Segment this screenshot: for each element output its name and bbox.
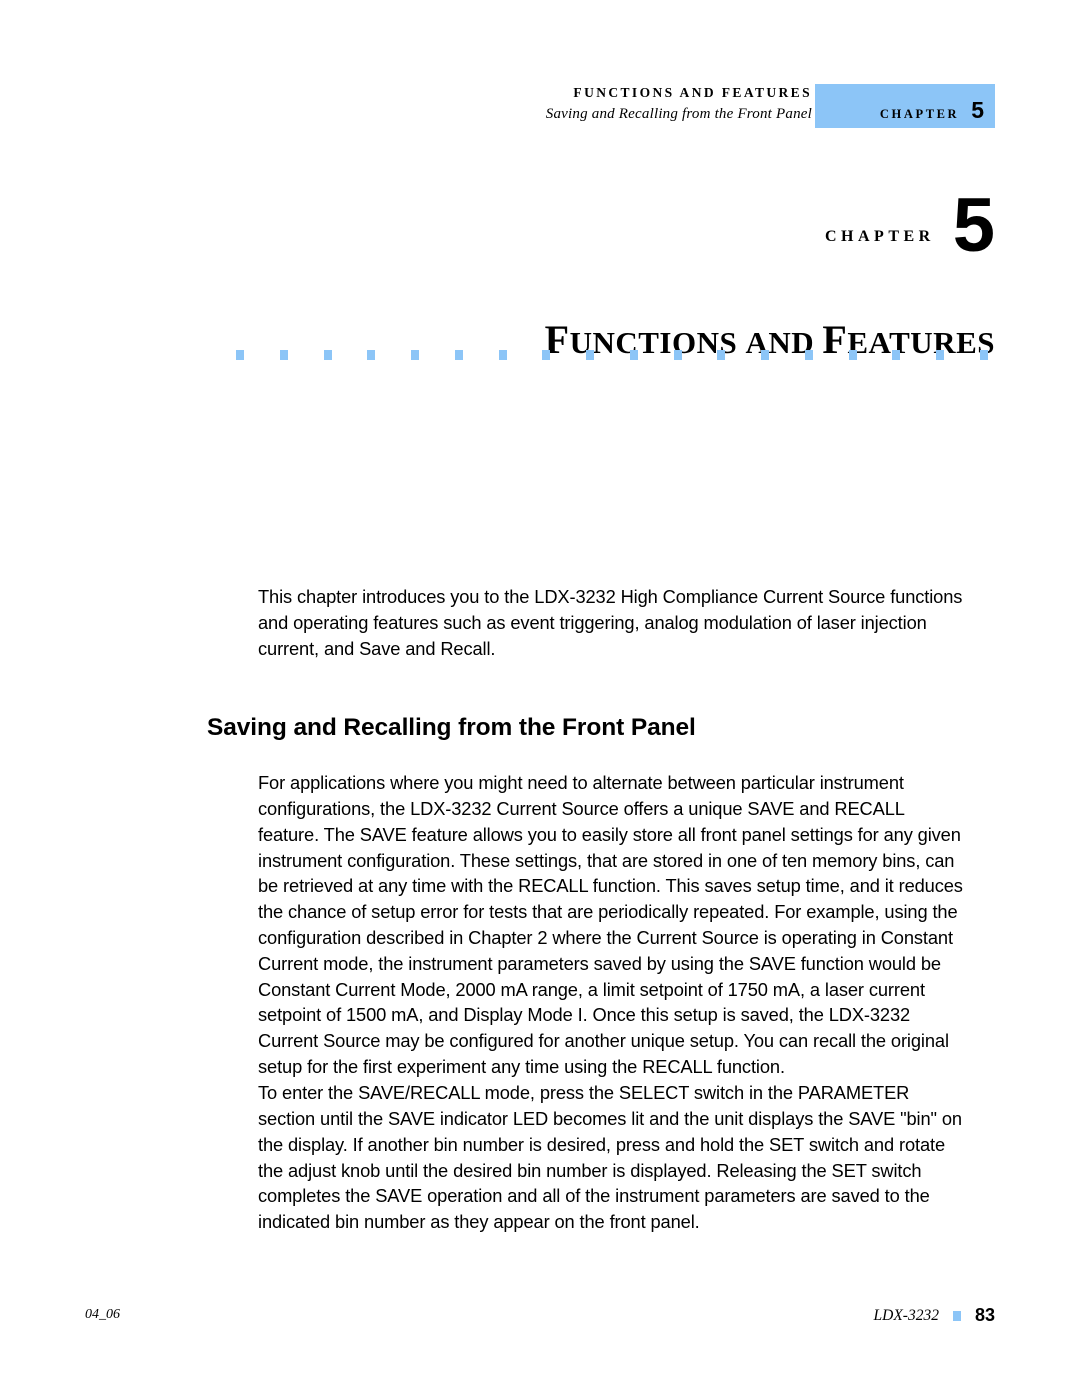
rule-square [498,350,507,360]
header-chapter-title: FUNCTIONS AND FEATURES [573,85,812,100]
rule-square [542,350,551,360]
rule-square [848,350,857,360]
header-chapter-chip-label: CHAPTER [879,107,960,121]
header-chapter-chip-number: 5 [971,97,984,123]
chapter-kicker-number: 5 [952,183,995,268]
header-text-block: FUNCTIONS AND FEATURES Saving and Recall… [546,86,812,122]
rule-square [411,350,419,360]
rule-square [279,350,288,360]
rule-square [236,350,244,360]
footer-square-icon [952,1310,961,1321]
chapter-kicker-label: CHAPTER [824,228,935,246]
footer-revision: 04_06 [85,1307,120,1322]
footer-page-number: 83 [974,1305,995,1325]
rule-square [367,350,376,360]
body-paragraph-2: To enter the SAVE/RECALL mode, press the… [258,1082,962,1233]
decorative-square-rule [236,350,988,360]
rule-square [673,350,682,360]
section-heading: Saving and Recalling from the Front Pane… [207,714,696,742]
chapter-kicker: CHAPTER 5 [824,183,995,268]
rule-square [936,350,944,360]
running-header: FUNCTIONS AND FEATURES Saving and Recall… [0,84,1080,134]
rule-square [979,350,988,360]
rule-square [586,350,594,360]
rule-square [323,350,332,360]
footer-right-group: LDX-3232 83 [874,1305,995,1326]
header-chapter-chip: CHAPTER 5 [815,84,995,128]
header-section-subtitle: Saving and Recalling from the Front Pane… [545,105,812,122]
body-paragraph-1: For applications where you might need to… [258,772,963,1078]
intro-paragraph: This chapter introduces you to the LDX-3… [258,586,963,659]
rule-square [804,350,813,360]
document-page: FUNCTIONS AND FEATURES Saving and Recall… [0,0,1080,1397]
rule-square [717,350,726,360]
rule-square [629,350,638,360]
rule-square [454,350,463,360]
rule-square [761,350,769,360]
page-footer: 04_06 LDX-3232 83 [0,1305,1080,1329]
header-chapter-chip-inner: CHAPTER 5 [880,99,984,122]
footer-document-name: LDX-3232 [873,1306,939,1324]
rule-square [892,350,901,360]
